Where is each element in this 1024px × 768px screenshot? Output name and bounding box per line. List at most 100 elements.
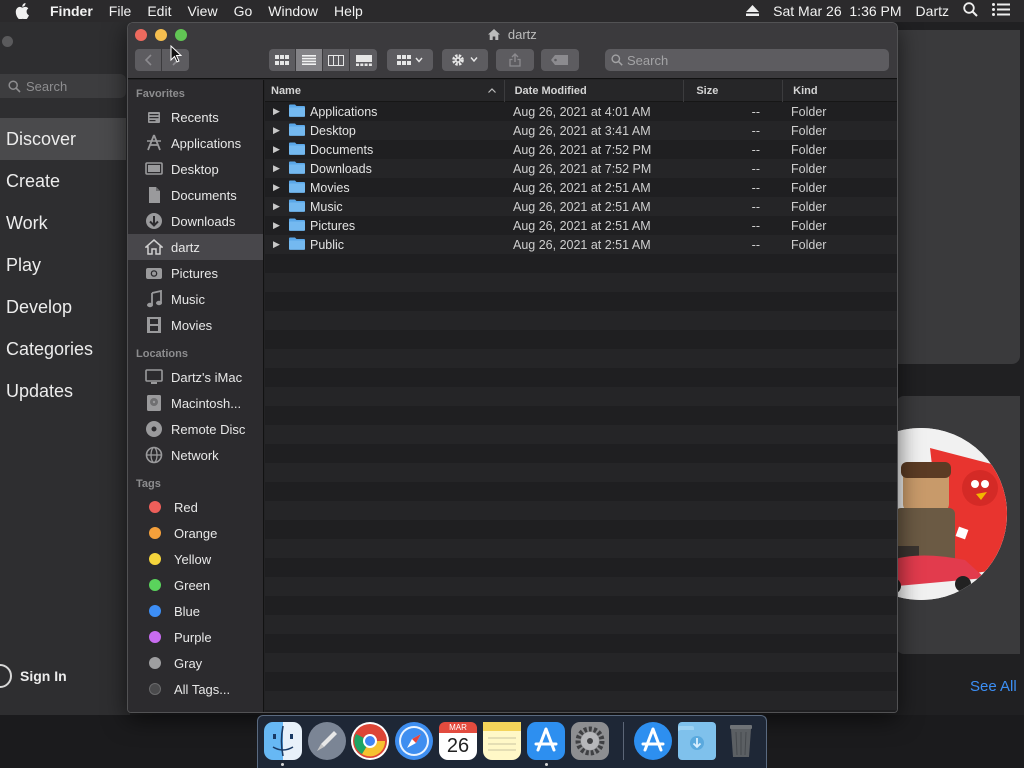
disclosure-triangle-icon[interactable]: ▶ bbox=[273, 220, 283, 231]
chrome-dock-icon[interactable] bbox=[351, 722, 389, 760]
downloads-folder-dock-icon[interactable] bbox=[678, 722, 716, 760]
icon-view-button[interactable] bbox=[269, 49, 296, 71]
nav-work[interactable]: Work bbox=[0, 202, 126, 244]
gallery-view-button[interactable] bbox=[350, 49, 377, 71]
menu-edit[interactable]: Edit bbox=[139, 3, 179, 19]
disclosure-triangle-icon[interactable]: ▶ bbox=[273, 239, 283, 250]
sidebar-tag-gray[interactable]: Gray bbox=[128, 650, 263, 676]
sidebar-item-remote-disc[interactable]: Remote Disc bbox=[128, 416, 263, 442]
sign-in-button[interactable]: Sign In bbox=[0, 662, 67, 690]
sidebar-tag-orange[interactable]: Orange bbox=[128, 520, 263, 546]
back-button[interactable] bbox=[135, 49, 162, 71]
nav-categories[interactable]: Categories bbox=[0, 328, 126, 370]
app-store-dock-icon[interactable] bbox=[527, 722, 565, 760]
table-row[interactable]: ▶ Music Aug 26, 2021 at 2:51 AM -- Folder bbox=[265, 197, 897, 216]
nav-create[interactable]: Create bbox=[0, 160, 126, 202]
action-menu-button[interactable] bbox=[442, 49, 488, 71]
menu-file[interactable]: File bbox=[101, 3, 140, 19]
window-close-button[interactable] bbox=[2, 36, 13, 47]
sidebar-item-dartz[interactable]: dartz bbox=[128, 234, 263, 260]
group-by-button[interactable] bbox=[387, 49, 433, 71]
sidebar-item-recents[interactable]: Recents bbox=[128, 104, 263, 130]
eject-icon[interactable] bbox=[746, 3, 760, 19]
disclosure-triangle-icon[interactable]: ▶ bbox=[273, 182, 283, 193]
cell-name: ▶ Downloads bbox=[265, 161, 505, 177]
finder-dock-icon[interactable] bbox=[264, 722, 302, 760]
app-store-search-input[interactable]: Search bbox=[0, 74, 126, 98]
nav-discover[interactable]: Discover bbox=[0, 118, 126, 160]
see-all-link[interactable]: See All bbox=[970, 678, 1017, 695]
system-preferences-dock-icon[interactable] bbox=[571, 722, 609, 760]
menu-window[interactable]: Window bbox=[260, 3, 326, 19]
safari-dock-icon[interactable] bbox=[395, 722, 433, 760]
sidebar-item-imac[interactable]: Dartz's iMac bbox=[128, 364, 263, 390]
notification-center-icon[interactable] bbox=[992, 3, 1010, 19]
sidebar-item-music[interactable]: Music bbox=[128, 286, 263, 312]
menubar-clock[interactable]: Sat Mar 26 1:36 PM bbox=[773, 3, 901, 19]
sidebar-tag-blue[interactable]: Blue bbox=[128, 598, 263, 624]
column-date-modified[interactable]: Date Modified bbox=[505, 79, 685, 102]
trash-dock-icon[interactable] bbox=[722, 722, 760, 760]
disclosure-triangle-icon[interactable]: ▶ bbox=[273, 144, 283, 155]
sidebar-item-pictures[interactable]: Pictures bbox=[128, 260, 263, 286]
cell-date: Aug 26, 2021 at 3:41 AM bbox=[513, 123, 651, 138]
favorites-header: Favorites bbox=[136, 88, 185, 100]
sidebar-item-documents[interactable]: Documents bbox=[128, 182, 263, 208]
column-name[interactable]: Name bbox=[265, 79, 505, 102]
menu-view[interactable]: View bbox=[179, 3, 225, 19]
sort-ascending-icon bbox=[487, 88, 496, 93]
notes-dock-icon[interactable] bbox=[483, 722, 521, 760]
menu-help[interactable]: Help bbox=[326, 3, 371, 19]
folder-icon bbox=[289, 104, 305, 120]
calendar-dock-icon[interactable]: MAR 26 bbox=[439, 722, 477, 760]
cell-kind: Folder bbox=[791, 237, 827, 252]
sidebar-tag-green[interactable]: Green bbox=[128, 572, 263, 598]
launchpad-dock-icon[interactable] bbox=[308, 722, 346, 760]
app-store-download-dock-icon[interactable] bbox=[634, 722, 672, 760]
sidebar-item-desktop[interactable]: Desktop bbox=[128, 156, 263, 182]
sidebar-item-label: Documents bbox=[171, 187, 237, 203]
disclosure-triangle-icon[interactable]: ▶ bbox=[273, 125, 283, 136]
sidebar-item-macintosh-hd[interactable]: Macintosh... bbox=[128, 390, 263, 416]
table-row[interactable]: ▶ Downloads Aug 26, 2021 at 7:52 PM -- Folde… bbox=[265, 159, 897, 178]
menubar-user[interactable]: Dartz bbox=[916, 3, 949, 19]
sidebar-item-downloads[interactable]: Downloads bbox=[128, 208, 263, 234]
column-kind[interactable]: Kind bbox=[783, 80, 897, 102]
grid-icon bbox=[275, 55, 289, 65]
table-row[interactable]: ▶ Documents Aug 26, 2021 at 7:52 PM -- Folde… bbox=[265, 140, 897, 159]
folder-icon bbox=[289, 123, 305, 139]
share-button[interactable] bbox=[496, 49, 534, 71]
disclosure-triangle-icon[interactable]: ▶ bbox=[273, 106, 283, 117]
cell-kind: Folder bbox=[791, 123, 827, 138]
disclosure-triangle-icon[interactable]: ▶ bbox=[273, 163, 283, 174]
spotlight-icon[interactable] bbox=[963, 2, 978, 20]
nav-updates[interactable]: Updates bbox=[0, 370, 126, 412]
table-row[interactable]: ▶ Pictures Aug 26, 2021 at 2:51 AM -- Folder bbox=[265, 216, 897, 235]
sidebar-tag-red[interactable]: Red bbox=[128, 494, 263, 520]
table-row[interactable]: ▶ Desktop Aug 26, 2021 at 3:41 AM -- Folder bbox=[265, 121, 897, 140]
menu-finder[interactable]: Finder bbox=[44, 3, 101, 19]
finder-search-input[interactable]: Search bbox=[605, 49, 889, 71]
sidebar-item-movies[interactable]: Movies bbox=[128, 312, 263, 338]
apple-menu-icon[interactable] bbox=[0, 3, 44, 19]
sidebar-tag-all[interactable]: All Tags... bbox=[128, 676, 263, 702]
sidebar-item-applications[interactable]: Applications bbox=[128, 130, 263, 156]
table-row[interactable]: ▶ Movies Aug 26, 2021 at 2:51 AM -- Folder bbox=[265, 178, 897, 197]
sidebar-tag-yellow[interactable]: Yellow bbox=[128, 546, 263, 572]
nav-play[interactable]: Play bbox=[0, 244, 126, 286]
table-row[interactable]: ▶ Public Aug 26, 2021 at 2:51 AM -- Folder bbox=[265, 235, 897, 254]
list-view-button[interactable] bbox=[296, 49, 323, 71]
featured-card[interactable] bbox=[896, 30, 1020, 364]
edit-tags-button[interactable] bbox=[541, 49, 579, 71]
empty-row bbox=[265, 463, 897, 482]
finder-window: dartz Search Favorites Recents Applicati… bbox=[127, 22, 898, 713]
disclosure-triangle-icon[interactable]: ▶ bbox=[273, 201, 283, 212]
sidebar-item-network[interactable]: Network bbox=[128, 442, 263, 468]
column-size[interactable]: Size bbox=[684, 79, 784, 102]
menu-go[interactable]: Go bbox=[226, 3, 261, 19]
sidebar-tag-purple[interactable]: Purple bbox=[128, 624, 263, 650]
column-view-button[interactable] bbox=[323, 49, 350, 71]
table-row[interactable]: ▶ Applications Aug 26, 2021 at 4:01 AM -- Fo… bbox=[265, 102, 897, 121]
sidebar-item-label: Downloads bbox=[171, 213, 236, 229]
nav-develop[interactable]: Develop bbox=[0, 286, 126, 328]
